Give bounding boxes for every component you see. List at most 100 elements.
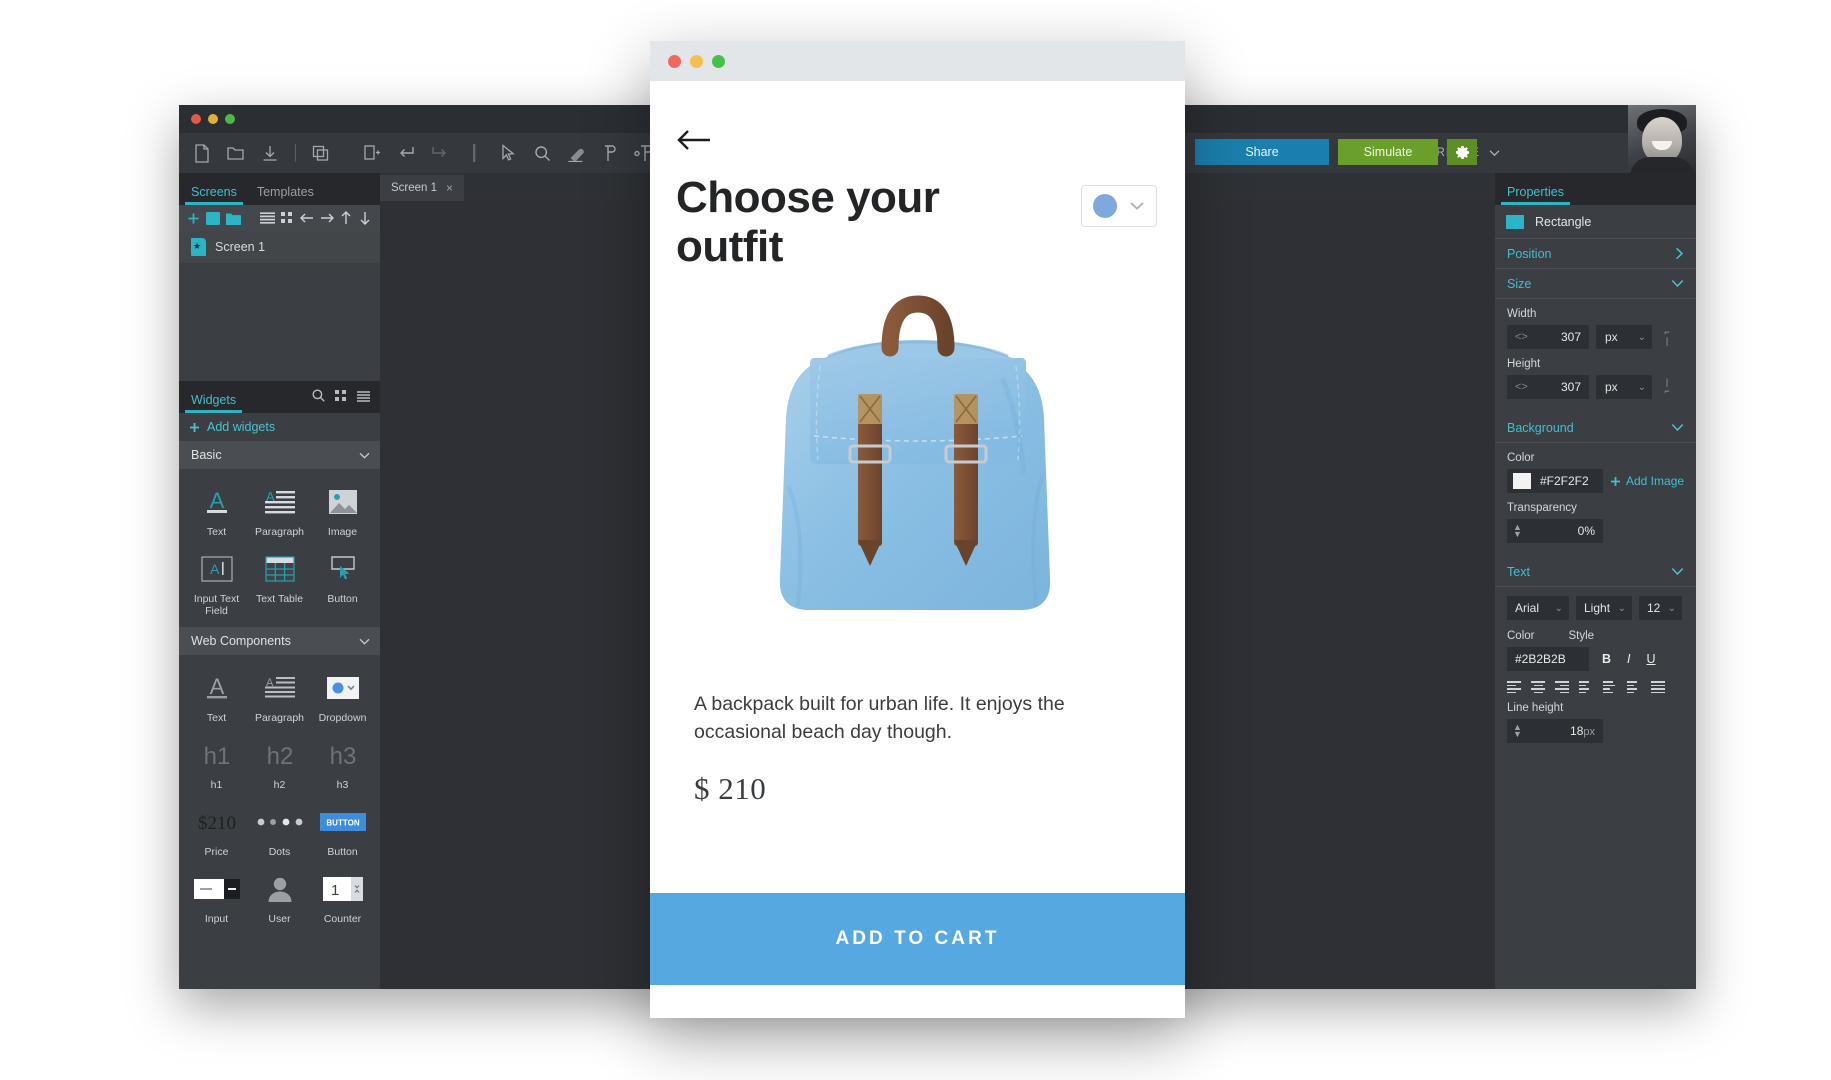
link-size-toggle-bottom[interactable]: | ⌐ <box>1661 377 1673 397</box>
minimize-window-button[interactable] <box>208 114 218 124</box>
list-view-icon[interactable] <box>259 211 275 226</box>
grid-view-icon[interactable] <box>281 211 294 226</box>
widget-counter[interactable]: 1 Counter <box>311 864 374 931</box>
widget-input[interactable]: Input <box>185 864 248 931</box>
selected-object-row[interactable]: Rectangle <box>1495 205 1696 239</box>
duplicate-icon[interactable] <box>306 138 336 168</box>
widget-paragraph[interactable]: A Paragraph <box>248 477 311 544</box>
add-screen-icon[interactable] <box>357 138 387 168</box>
tab-templates[interactable]: Templates <box>257 185 314 205</box>
text-color-input[interactable]: #2B2B2B <box>1507 647 1589 671</box>
width-input[interactable]: <> 307 <box>1507 325 1589 349</box>
add-to-cart-button[interactable]: ADD TO CART <box>650 893 1185 985</box>
link-size-toggle[interactable]: ⌐ | <box>1661 327 1673 347</box>
widget-web-button[interactable]: BUTTON Button <box>311 797 374 864</box>
add-screen-icon[interactable] <box>206 211 221 226</box>
close-window-button[interactable] <box>668 54 681 68</box>
transparency-input[interactable]: ▲ ▼ 0% <box>1507 519 1603 543</box>
align-middle-icon[interactable] <box>1603 681 1617 693</box>
back-arrow-icon[interactable] <box>677 129 711 156</box>
canvas-tab-screen-1[interactable]: Screen 1 × <box>380 175 465 201</box>
search-icon[interactable] <box>312 389 325 407</box>
move-right-icon[interactable] <box>320 211 334 226</box>
list-view-icon[interactable] <box>357 389 370 407</box>
widget-image[interactable]: Image <box>311 477 374 544</box>
align-left-icon[interactable] <box>1507 681 1521 693</box>
tab-widgets[interactable]: Widgets <box>184 393 243 413</box>
maximize-window-button[interactable] <box>712 54 725 68</box>
section-background[interactable]: Background <box>1495 413 1696 443</box>
align-right-icon[interactable] <box>1555 681 1569 693</box>
move-up-icon[interactable] <box>340 211 353 226</box>
minimize-window-button[interactable] <box>690 54 703 68</box>
simulate-button[interactable]: Simulate <box>1338 139 1438 165</box>
font-size-select[interactable]: 12 ⌄ <box>1639 596 1682 620</box>
underline-button[interactable]: U <box>1647 652 1656 666</box>
color-picker-dropdown[interactable] <box>1081 185 1157 227</box>
new-file-icon[interactable] <box>187 138 217 168</box>
widget-group-web-components-header[interactable]: Web Components <box>179 627 380 656</box>
pointer-icon[interactable] <box>493 138 523 168</box>
align-bottom-icon[interactable] <box>1627 681 1641 693</box>
width-unit-select[interactable]: px ⌄ <box>1596 325 1652 349</box>
widget-group-basic-header[interactable]: Basic <box>179 441 380 469</box>
tab-properties[interactable]: Properties <box>1501 185 1570 205</box>
widget-price[interactable]: $210 Price <box>185 797 248 864</box>
window-controls[interactable] <box>191 114 235 124</box>
avatar[interactable] <box>1628 105 1696 173</box>
text-a-icon: A <box>202 671 232 705</box>
add-folder-icon[interactable] <box>226 211 242 226</box>
add-image-button[interactable]: Add Image <box>1610 474 1684 488</box>
open-folder-icon[interactable] <box>221 138 251 168</box>
align-top-icon[interactable] <box>1579 681 1593 693</box>
widget-button[interactable]: Button <box>311 544 374 623</box>
return-icon[interactable] <box>391 138 421 168</box>
background-color-input[interactable]: #F2F2F2 <box>1507 469 1603 493</box>
stepper-arrows-icon[interactable]: ▲ ▼ <box>1513 522 1522 538</box>
share-button[interactable]: Share <box>1195 139 1329 165</box>
align-justify-icon[interactable] <box>1651 681 1665 693</box>
maximize-window-button[interactable] <box>225 114 235 124</box>
zoom-icon[interactable] <box>527 138 557 168</box>
left-sidebar: Screens Templates ★ Screen 1 Widgets Add… <box>179 173 380 989</box>
grid-view-icon[interactable] <box>335 389 347 407</box>
add-icon[interactable] <box>187 211 200 226</box>
height-input[interactable]: <> 307 <box>1507 375 1589 399</box>
height-unit-select[interactable]: px ⌄ <box>1596 375 1652 399</box>
widget-h1[interactable]: h1 h1 <box>185 730 248 797</box>
simulate-settings-button[interactable] <box>1447 139 1477 165</box>
line-height-input[interactable]: ▲ ▼ 18px <box>1507 719 1603 743</box>
pin-icon[interactable] <box>595 138 625 168</box>
font-family-select[interactable]: Arial ⌄ <box>1507 596 1569 620</box>
widget-h3[interactable]: h3 h3 <box>311 730 374 797</box>
bold-button[interactable]: B <box>1602 652 1611 666</box>
widget-grid-web-components: A Text A Paragraph Dropdown h1 h1 h2 h2 … <box>179 655 380 936</box>
widget-web-text[interactable]: A Text <box>185 663 248 730</box>
download-icon[interactable] <box>255 138 285 168</box>
close-icon[interactable]: × <box>446 181 453 195</box>
widget-text[interactable]: A Text <box>185 477 248 544</box>
background-color-swatch[interactable] <box>1513 473 1531 489</box>
italic-button[interactable]: I <box>1627 652 1630 666</box>
tab-screens[interactable]: Screens <box>185 185 243 205</box>
section-text[interactable]: Text <box>1495 557 1696 587</box>
font-weight-select[interactable]: Light ⌄ <box>1576 596 1632 620</box>
widget-dots[interactable]: Dots <box>248 797 311 864</box>
widget-user[interactable]: User <box>248 864 311 931</box>
move-left-icon[interactable] <box>299 211 314 226</box>
eraser-icon[interactable] <box>561 138 591 168</box>
move-down-icon[interactable] <box>359 211 372 226</box>
redo-icon[interactable] <box>425 138 455 168</box>
section-position[interactable]: Position <box>1495 239 1696 269</box>
widget-web-paragraph[interactable]: A Paragraph <box>248 663 311 730</box>
widget-text-table[interactable]: Text Table <box>248 544 311 623</box>
screen-list-item[interactable]: Screen 1 <box>179 231 380 263</box>
add-widgets-button[interactable]: Add widgets <box>179 413 380 441</box>
widget-input-text-field[interactable]: A Input Text Field <box>185 544 248 623</box>
widget-dropdown[interactable]: Dropdown <box>311 663 374 730</box>
align-center-icon[interactable] <box>1531 681 1545 693</box>
widget-h2[interactable]: h2 h2 <box>248 730 311 797</box>
close-window-button[interactable] <box>191 114 201 124</box>
stepper-arrows-icon[interactable]: ▲ ▼ <box>1513 722 1522 738</box>
section-size[interactable]: Size <box>1495 269 1696 299</box>
